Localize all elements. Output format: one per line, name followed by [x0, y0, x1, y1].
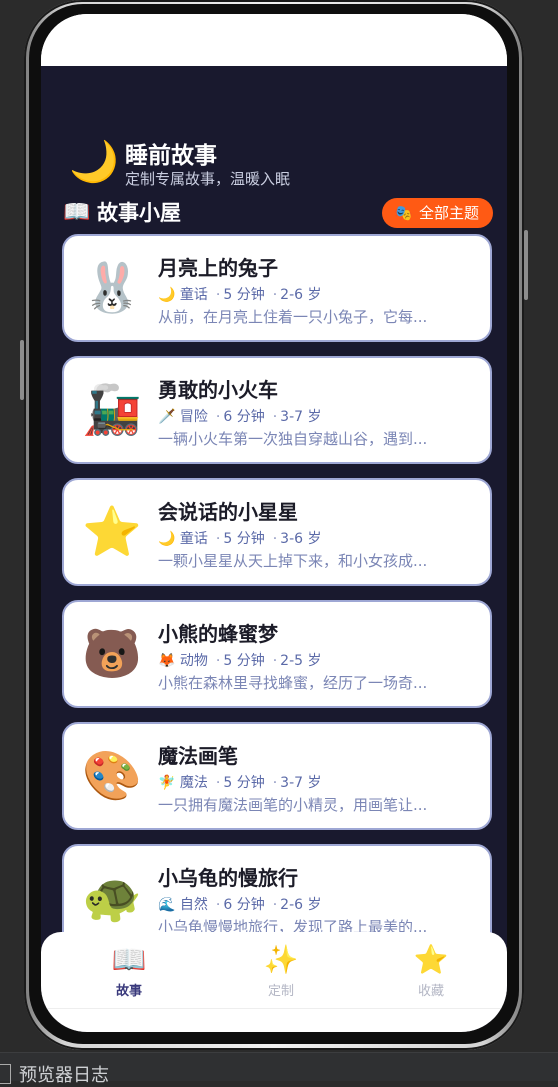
book-icon: 📖 — [63, 200, 91, 225]
story-duration: 6 分钟 — [223, 409, 265, 425]
story-description: 从前，在月亮上住着一只小兔子，它每... — [158, 308, 428, 326]
theater-mask-icon: 🎭 — [394, 204, 413, 222]
fox-icon: 🦊 — [158, 653, 176, 669]
all-topics-label: 全部主题 — [418, 204, 479, 222]
story-tag-label: 自然 — [179, 897, 208, 913]
story-card[interactable]: 🎨 魔法画笔 🧚 魔法 · 5 分钟 · 3-7 岁 一只拥有魔法画笔的小精灵，用画笔让… — [62, 722, 492, 830]
sword-icon: 🗡️ — [158, 409, 176, 425]
train-icon: 🚂 — [82, 382, 142, 438]
story-tag-label: 童话 — [179, 287, 208, 303]
wave-icon: 🌊 — [158, 897, 176, 913]
story-description: 一只拥有魔法画笔的小精灵，用画笔让... — [158, 796, 428, 814]
sparkles-icon: ✨ — [263, 943, 299, 976]
story-card[interactable]: 🐻 小熊的蜂蜜梦 🦊 动物 · 5 分钟 · 2-5 岁 小熊在森林里寻找蜂蜜，经历了一… — [62, 600, 492, 708]
story-duration: 5 分钟 — [223, 287, 265, 303]
story-meta: 🗡️ 冒险 · 6 分钟 · 3-7 岁 — [158, 409, 322, 425]
story-card[interactable]: 🚂 勇敢的小火车 🗡️ 冒险 · 6 分钟 · 3-7 岁 一辆小火车第一次独自穿越山谷… — [62, 356, 492, 464]
bear-icon: 🐻 — [82, 626, 142, 682]
moon-icon: 🌙 — [158, 531, 176, 547]
story-meta: 🌙 童话 · 5 分钟 · 3-6 岁 — [158, 531, 322, 547]
story-title: 会说话的小星星 — [158, 500, 298, 524]
log-icon — [0, 1064, 11, 1084]
divider — [41, 1008, 507, 1009]
page-title: 睡前故事 — [125, 143, 217, 169]
story-age: 2-6 岁 — [280, 287, 322, 303]
story-duration: 6 分钟 — [223, 897, 265, 913]
story-title: 勇敢的小火车 — [158, 378, 278, 402]
story-title: 月亮上的兔子 — [158, 256, 278, 280]
story-description: 一颗小星星从天上掉下来，和小女孩成... — [158, 552, 428, 570]
phone-screen: 🌙 睡前故事 定制专属故事，温暖入眠 📖 故事小屋 🎭 全部主题 🐰 月亮上的兔子 — [41, 14, 507, 1032]
story-list: 🐰 月亮上的兔子 🌙 童话 · 5 分钟 · 2-6 岁 从前，在月亮上住着一只小兔子，… — [62, 234, 496, 966]
tab-label: 收藏 — [417, 984, 444, 999]
story-tag: 🌙 童话 — [158, 287, 208, 303]
tab-bar: 📖 故事 ✨ 定制 ⭐ 收藏 — [41, 932, 507, 1032]
palette-icon: 🎨 — [82, 748, 142, 804]
fairy-icon: 🧚 — [158, 775, 176, 791]
story-age: 3-7 岁 — [280, 775, 322, 791]
story-title: 魔法画笔 — [158, 744, 238, 768]
previewer-log-label: 预览器日志 — [19, 1065, 109, 1086]
story-age: 3-7 岁 — [280, 409, 322, 425]
story-tag: 🌙 童话 — [158, 531, 208, 547]
story-age: 2-6 岁 — [280, 897, 322, 913]
story-tag-label: 冒险 — [179, 409, 208, 425]
story-tag: 🦊 动物 — [158, 653, 208, 669]
story-age: 3-6 岁 — [280, 531, 322, 547]
status-bar — [41, 14, 507, 66]
turtle-icon: 🐢 — [82, 870, 142, 926]
previewer-log-tab[interactable]: 预览器日志 — [0, 1061, 109, 1087]
power-button — [524, 230, 528, 300]
story-duration: 5 分钟 — [223, 775, 265, 791]
section-title: 故事小屋 — [97, 201, 181, 225]
story-meta: 🧚 魔法 · 5 分钟 · 3-7 岁 — [158, 775, 322, 791]
story-meta: 🦊 动物 · 5 分钟 · 2-5 岁 — [158, 653, 322, 669]
moon-icon: 🌙 — [69, 139, 119, 185]
story-tag-label: 动物 — [179, 653, 208, 669]
rabbit-icon: 🐰 — [82, 260, 142, 316]
story-age: 2-5 岁 — [280, 653, 322, 669]
tab-favorites[interactable]: ⭐ 收藏 — [381, 943, 481, 1000]
ide-bottom-panel: 预览器日志 — [0, 1052, 558, 1086]
story-description: 一辆小火车第一次独自穿越山谷，遇到... — [158, 430, 428, 448]
volume-button — [20, 340, 24, 400]
story-title: 小熊的蜂蜜梦 — [158, 622, 278, 646]
story-duration: 5 分钟 — [223, 653, 265, 669]
phone-frame: 🌙 睡前故事 定制专属故事，温暖入眠 📖 故事小屋 🎭 全部主题 🐰 月亮上的兔子 — [20, 0, 528, 1050]
story-card[interactable]: ⭐ 会说话的小星星 🌙 童话 · 5 分钟 · 3-6 岁 一颗小星星从天上掉下来，和小… — [62, 478, 492, 586]
story-description: 小熊在森林里寻找蜂蜜，经历了一场奇... — [158, 674, 428, 692]
tab-customize[interactable]: ✨ 定制 — [231, 943, 331, 1000]
app-header: 🌙 睡前故事 定制专属故事，温暖入眠 — [69, 134, 489, 190]
story-card[interactable]: 🐰 月亮上的兔子 🌙 童话 · 5 分钟 · 2-6 岁 从前，在月亮上住着一只小兔子，… — [62, 234, 492, 342]
book-icon: 📖 — [111, 943, 147, 976]
story-meta: 🌙 童话 · 5 分钟 · 2-6 岁 — [158, 287, 322, 303]
story-duration: 5 分钟 — [223, 531, 265, 547]
story-tag: 🗡️ 冒险 — [158, 409, 208, 425]
star-icon: ⭐ — [413, 943, 449, 976]
app-content: 🌙 睡前故事 定制专属故事，温暖入眠 📖 故事小屋 🎭 全部主题 🐰 月亮上的兔子 — [41, 66, 507, 1032]
moon-icon: 🌙 — [158, 287, 176, 303]
story-tag: 🌊 自然 — [158, 897, 208, 913]
tab-label: 定制 — [267, 984, 294, 999]
page-subtitle: 定制专属故事，温暖入眠 — [125, 170, 291, 188]
section-header: 📖 故事小屋 🎭 全部主题 — [63, 198, 493, 228]
all-topics-button[interactable]: 🎭 全部主题 — [382, 198, 493, 228]
story-tag-label: 童话 — [179, 531, 208, 547]
story-tag-label: 魔法 — [179, 775, 208, 791]
star-icon: ⭐ — [82, 504, 142, 560]
story-tag: 🧚 魔法 — [158, 775, 208, 791]
tab-label: 故事 — [115, 984, 142, 999]
story-title: 小乌龟的慢旅行 — [158, 866, 298, 890]
tab-stories[interactable]: 📖 故事 — [79, 943, 179, 1000]
phone-bezel: 🌙 睡前故事 定制专属故事，温暖入眠 📖 故事小屋 🎭 全部主题 🐰 月亮上的兔子 — [29, 4, 519, 1044]
story-meta: 🌊 自然 · 6 分钟 · 2-6 岁 — [158, 897, 322, 913]
